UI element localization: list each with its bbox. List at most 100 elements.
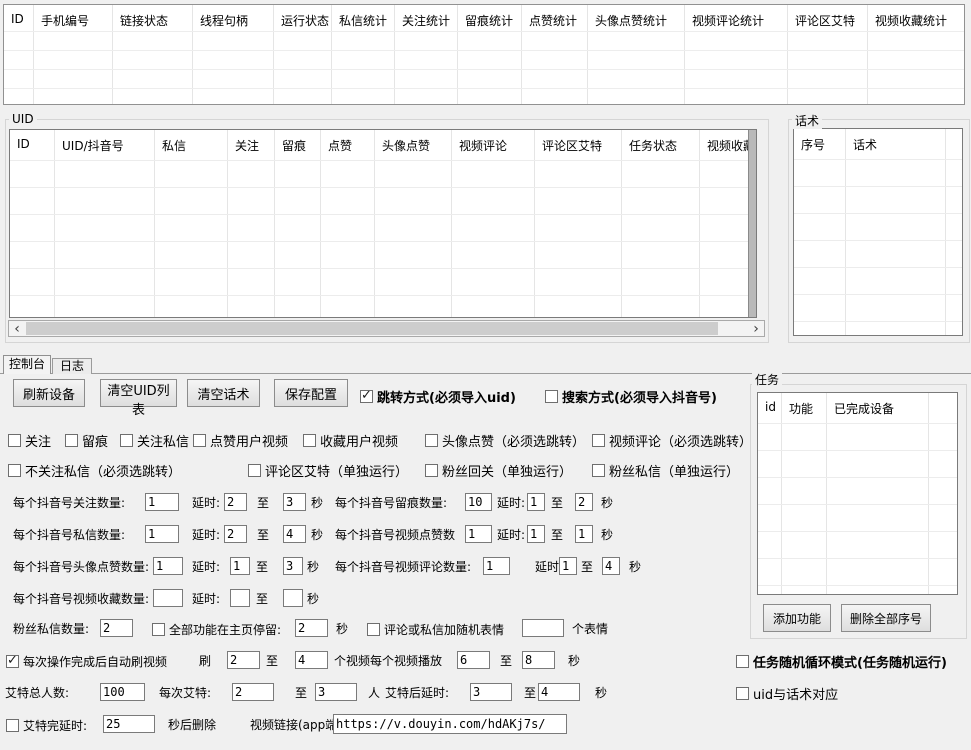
device-table-column-header[interactable]: 关注统计: [395, 5, 458, 104]
play-to-input[interactable]: [522, 651, 555, 669]
video-like-count-input[interactable]: [465, 525, 492, 543]
random-loop-mode-checkbox[interactable]: 任务随机循环模式(任务随机运行): [736, 652, 947, 671]
video-comment-delay-to-input[interactable]: [602, 557, 620, 575]
device-table-column-header[interactable]: 私信统计: [332, 5, 395, 104]
avatar-like-delay-to-input[interactable]: [283, 557, 303, 575]
uid-table-column-header[interactable]: UID/抖音号: [55, 130, 155, 317]
device-table-column-header[interactable]: 留痕统计: [458, 5, 522, 104]
uid-script-map-checkbox[interactable]: uid与话术对应: [736, 684, 838, 703]
uid-table-column-header[interactable]: 评论区艾特: [535, 130, 622, 317]
homepage-stay-checkbox[interactable]: 全部功能在主页停留:: [152, 621, 281, 638]
device-table[interactable]: ID手机编号链接状态线程句柄运行状态私信统计关注统计留痕统计点赞统计头像点赞统计…: [3, 4, 965, 105]
feature-checkbox[interactable]: 关注私信: [120, 431, 189, 450]
follow-count-input[interactable]: [145, 493, 179, 511]
follow-delay-to-input[interactable]: [283, 493, 306, 511]
video-fav-count-input[interactable]: [153, 589, 183, 607]
video-fav-delay-to-input[interactable]: [283, 589, 303, 607]
feature-checkbox[interactable]: 不关注私信（必须选跳转）: [8, 461, 181, 480]
uid-table[interactable]: IDUID/抖音号私信关注留痕点赞头像点赞视频评论评论区艾特任务状态视频收藏: [9, 129, 757, 318]
feature-checkbox[interactable]: 收藏用户视频: [303, 431, 398, 450]
scroll-left-icon[interactable]: ‹: [9, 321, 25, 336]
device-table-column-header[interactable]: 运行状态: [274, 5, 332, 104]
script-table-column-header[interactable]: 话术: [846, 129, 946, 335]
add-function-button[interactable]: 添加功能: [763, 604, 831, 632]
video-fav-delay-from-input[interactable]: [230, 589, 250, 607]
at-delay-to-input[interactable]: [538, 683, 580, 701]
fans-dm-count-input[interactable]: [100, 619, 133, 637]
random-emoji-checkbox[interactable]: 评论或私信加随机表情: [367, 621, 504, 638]
uid-hscrollbar-thumb[interactable]: [26, 322, 718, 335]
trace-count-input[interactable]: [465, 493, 492, 511]
search-mode-checkbox[interactable]: 搜索方式(必须导入抖音号): [545, 387, 717, 406]
device-table-column-header[interactable]: 点赞统计: [522, 5, 588, 104]
play-from-input[interactable]: [457, 651, 490, 669]
script-table[interactable]: 序号话术: [793, 128, 963, 336]
device-table-column-header[interactable]: 视频收藏统计: [868, 5, 964, 104]
clear-script-button[interactable]: 清空话术: [187, 379, 260, 407]
task-table[interactable]: id功能已完成设备: [757, 392, 958, 595]
device-table-column-header[interactable]: 手机编号: [34, 5, 113, 104]
device-table-column-header[interactable]: 头像点赞统计: [588, 5, 685, 104]
video-like-delay-to-input[interactable]: [575, 525, 593, 543]
feature-checkbox[interactable]: 粉丝私信（单独运行）: [592, 461, 739, 480]
device-table-column-header[interactable]: 线程句柄: [193, 5, 274, 104]
uid-table-column-header[interactable]: 头像点赞: [375, 130, 452, 317]
to-label: 至: [581, 556, 593, 578]
device-table-column-header[interactable]: 视频评论统计: [685, 5, 788, 104]
task-table-column-header[interactable]: 功能: [782, 393, 827, 594]
at-delay-from-input[interactable]: [470, 683, 512, 701]
trace-delay-to-input[interactable]: [575, 493, 593, 511]
swipe-to-input[interactable]: [295, 651, 328, 669]
feature-checkbox[interactable]: 头像点赞（必须选跳转）: [425, 431, 585, 450]
swipe-from-input[interactable]: [227, 651, 260, 669]
save-config-button[interactable]: 保存配置: [274, 379, 348, 407]
follow-delay-from-input[interactable]: [224, 493, 247, 511]
uid-table-column-header[interactable]: 私信: [155, 130, 228, 317]
tab-console[interactable]: 控制台: [3, 355, 51, 374]
video-like-delay-from-input[interactable]: [527, 525, 545, 543]
task-table-column-header[interactable]: 已完成设备: [827, 393, 929, 594]
device-table-column-header[interactable]: 评论区艾特: [788, 5, 868, 104]
uid-table-column-header[interactable]: ID: [10, 130, 55, 317]
feature-checkbox[interactable]: 留痕: [65, 431, 108, 450]
emoji-count-input[interactable]: [522, 619, 564, 637]
delete-all-serial-button[interactable]: 删除全部序号: [841, 604, 931, 632]
uid-table-column-header[interactable]: 视频评论: [452, 130, 535, 317]
uid-table-column-header[interactable]: 关注: [228, 130, 275, 317]
trace-delay-from-input[interactable]: [527, 493, 545, 511]
dm-delay-to-input[interactable]: [283, 525, 306, 543]
dm-count-input[interactable]: [145, 525, 179, 543]
video-comment-count-input[interactable]: [483, 557, 510, 575]
feature-checkbox[interactable]: 评论区艾特（单独运行）: [248, 461, 408, 480]
refresh-devices-button[interactable]: 刷新设备: [13, 379, 85, 407]
task-table-column-header[interactable]: id: [758, 393, 782, 594]
uid-table-column-header[interactable]: 留痕: [275, 130, 321, 317]
video-comment-delay-from-input[interactable]: [559, 557, 577, 575]
at-done-delay-input[interactable]: [103, 715, 155, 733]
dm-delay-from-input[interactable]: [224, 525, 247, 543]
homepage-stay-input[interactable]: [295, 619, 328, 637]
feature-checkbox[interactable]: 点赞用户视频: [193, 431, 288, 450]
clear-uid-list-button[interactable]: 清空UID列表: [100, 379, 177, 407]
at-done-delay-checkbox[interactable]: 艾特完延时:: [6, 717, 87, 734]
avatar-like-count-input[interactable]: [153, 557, 183, 575]
uid-table-column-header[interactable]: 任务状态: [622, 130, 700, 317]
at-each-from-input[interactable]: [232, 683, 274, 701]
feature-checkbox[interactable]: 视频评论（必须选跳转）: [592, 431, 752, 450]
at-total-input[interactable]: [100, 683, 145, 701]
uid-horizontal-scrollbar[interactable]: ‹ ›: [8, 320, 765, 337]
at-each-to-input[interactable]: [315, 683, 357, 701]
script-table-column-header[interactable]: 序号: [794, 129, 846, 335]
device-table-column-header[interactable]: 链接状态: [113, 5, 193, 104]
tab-log[interactable]: 日志: [52, 358, 92, 374]
video-link-input[interactable]: [333, 714, 567, 734]
device-table-column-header[interactable]: ID: [4, 5, 34, 104]
scroll-right-icon[interactable]: ›: [748, 321, 764, 336]
jump-mode-checkbox[interactable]: 跳转方式(必须导入uid): [360, 387, 516, 406]
auto-swipe-checkbox[interactable]: 每次操作完成后自动刷视频: [6, 653, 167, 670]
uid-vertical-scrollbar[interactable]: [748, 130, 756, 317]
avatar-like-delay-from-input[interactable]: [230, 557, 250, 575]
uid-table-column-header[interactable]: 点赞: [321, 130, 375, 317]
feature-checkbox[interactable]: 关注: [8, 431, 51, 450]
feature-checkbox[interactable]: 粉丝回关（单独运行）: [425, 461, 572, 480]
